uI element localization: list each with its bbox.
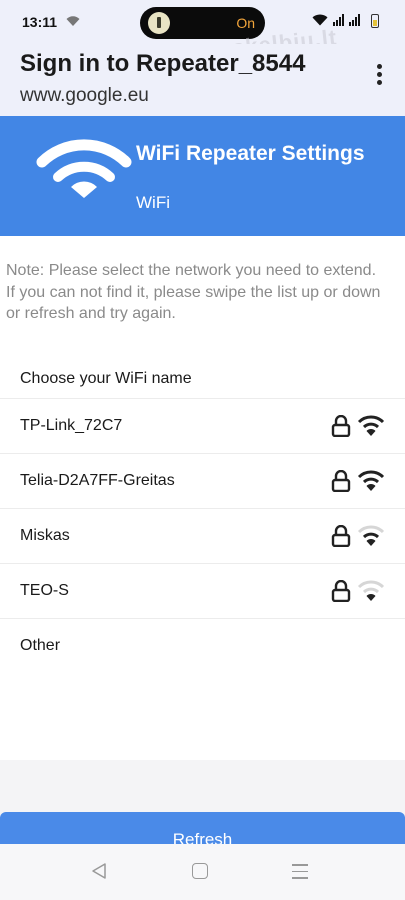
lock-icon xyxy=(331,470,351,492)
network-name: Other xyxy=(20,637,61,654)
network-item[interactable]: TEO-S xyxy=(0,564,405,619)
network-item[interactable]: Telia-D2A7FF-Greitas xyxy=(0,454,405,509)
wifi-status-icon xyxy=(66,16,80,26)
more-options-icon[interactable] xyxy=(373,64,385,90)
status-time: 13:11 xyxy=(22,14,58,30)
banner-subtitle: WiFi xyxy=(136,193,170,212)
recents-icon[interactable] xyxy=(292,864,308,884)
lock-icon xyxy=(331,525,351,547)
wifi-signal-icon xyxy=(357,525,385,546)
status-icons xyxy=(312,14,375,26)
indicator-text: On xyxy=(236,15,255,31)
cell-signal-icon-2 xyxy=(349,14,360,26)
network-panel: Note: Please select the network you need… xyxy=(0,236,405,760)
list-header: Choose your WiFi name xyxy=(20,370,192,387)
home-icon[interactable] xyxy=(192,863,208,879)
network-name: Telia-D2A7FF-Greitas xyxy=(20,472,175,489)
network-list: TP-Link_72C7 Telia-D2A7FF-Greitas Miskas… xyxy=(0,398,405,673)
system-nav-bar xyxy=(0,844,405,900)
back-icon[interactable] xyxy=(90,862,108,880)
lock-icon xyxy=(331,415,351,437)
page-title: Sign in to Repeater_8544 xyxy=(20,50,306,77)
flashlight-icon xyxy=(148,12,170,34)
settings-banner: WiFi Repeater Settings WiFi xyxy=(0,116,405,236)
network-item-other[interactable]: Other xyxy=(0,619,405,673)
wifi-logo-icon xyxy=(36,139,132,198)
wifi-signal-icon xyxy=(357,470,385,491)
wifi-signal-icon xyxy=(357,580,385,601)
status-bar: 13:11 On skelbiu.lt xyxy=(0,0,405,60)
banner-title: WiFi Repeater Settings xyxy=(136,142,365,165)
lock-icon xyxy=(331,580,351,602)
network-item[interactable]: Miskas xyxy=(0,509,405,564)
wifi-status-icon xyxy=(312,14,328,26)
battery-icon xyxy=(371,14,379,28)
wifi-signal-icon xyxy=(357,415,385,436)
network-item[interactable]: TP-Link_72C7 xyxy=(0,399,405,454)
browser-header: Sign in to Repeater_8544 www.google.eu xyxy=(0,44,405,116)
help-note: Note: Please select the network you need… xyxy=(6,262,381,322)
page-url[interactable]: www.google.eu xyxy=(20,85,149,107)
